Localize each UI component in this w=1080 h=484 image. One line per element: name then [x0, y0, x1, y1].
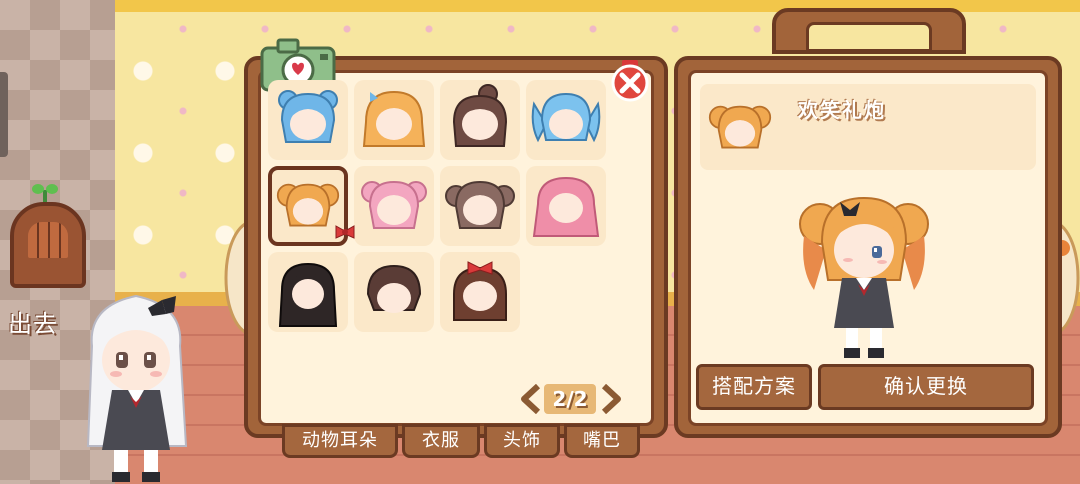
next-page-button[interactable] [598, 383, 622, 415]
tab-clothes[interactable]: 衣服 [402, 424, 480, 458]
hair-icon [452, 84, 508, 147]
hair-icon [532, 176, 600, 237]
hair-option-pink-buns[interactable] [354, 166, 434, 246]
hair-option-brown-short[interactable] [354, 252, 434, 332]
tab-animal-ears[interactable]: 动物耳朵 [282, 424, 398, 458]
pagination: 2/2 [520, 382, 624, 416]
hair-icon [278, 90, 338, 143]
hair-option-pink-long-wavy[interactable] [526, 166, 606, 246]
hair-icon [366, 264, 422, 313]
hair-grid [268, 80, 618, 340]
confirm-change-button[interactable]: 确认更换 [818, 364, 1034, 410]
door-icon [10, 202, 86, 288]
character-preview [799, 196, 929, 358]
panel-handle [772, 8, 966, 54]
hair-option-black-long[interactable] [268, 252, 348, 332]
hair-option-blue-twintails[interactable] [526, 80, 606, 160]
outfit-scheme-button[interactable]: 搭配方案 [696, 364, 812, 410]
tab-mouth[interactable]: 嘴巴 [564, 424, 640, 458]
sprout-icon [32, 184, 58, 204]
hair-icon [276, 183, 340, 227]
hair-option-brown-twinbuns[interactable] [440, 166, 520, 246]
hair-icon [445, 180, 515, 229]
item-name: 欢笑礼炮 [798, 98, 886, 122]
side-drawer-handle[interactable] [0, 72, 8, 157]
page-indicator: 2/2 [544, 384, 596, 414]
hair-icon [278, 262, 338, 327]
tab-headwear[interactable]: 头饰 [484, 424, 560, 458]
exit-label: 出去 [8, 310, 58, 338]
hair-option-orange-wavy[interactable] [354, 80, 434, 160]
chevron-right-icon [601, 383, 621, 415]
prev-page-button[interactable] [520, 383, 544, 415]
hair-icon [362, 90, 426, 147]
hair-option-brown-ribbon[interactable] [440, 252, 520, 332]
player-character[interactable] [78, 286, 196, 484]
hair-icon [453, 261, 507, 321]
hair-option-brown-bun[interactable] [440, 80, 520, 160]
selected-hair-icon [708, 105, 772, 149]
hair-option-blue-buns[interactable] [268, 80, 348, 160]
ribbon-badge-icon [335, 225, 355, 239]
hair-icon [361, 180, 427, 229]
exit-button[interactable]: 出去 [4, 182, 86, 338]
chevron-left-icon [521, 383, 541, 415]
hair-icon [531, 92, 601, 143]
